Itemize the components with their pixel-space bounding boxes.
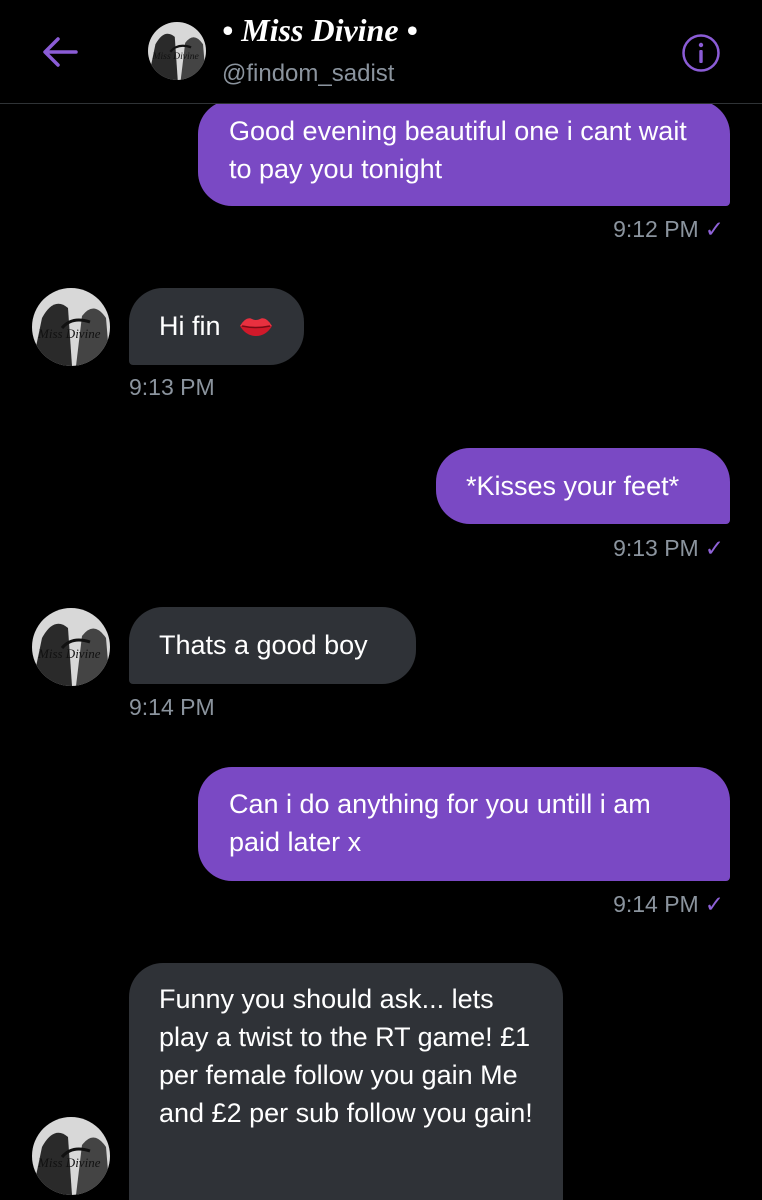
info-circle-icon <box>682 34 720 72</box>
message-text: Can i do anything for you untill i am pa… <box>229 789 651 857</box>
read-check-icon: ✓ <box>704 216 724 242</box>
message-timestamp: 9:12 PM ✓ <box>613 216 724 242</box>
message-timestamp: 9:13 PM ✓ <box>613 535 724 561</box>
message-timestamp: 9:14 PM ✓ <box>613 891 724 917</box>
svg-text:Miss Divine: Miss Divine <box>151 51 199 62</box>
back-button[interactable] <box>40 34 80 70</box>
message-text: Funny you should ask... lets play a twis… <box>159 984 533 1128</box>
message-timestamp: 9:13 PM <box>129 374 215 400</box>
message-bubble-incoming[interactable]: Funny you should ask... lets play a twis… <box>129 963 563 1200</box>
message-text: *Kisses your feet* <box>466 471 680 501</box>
read-check-icon: ✓ <box>704 535 724 561</box>
svg-text:Miss Divine: Miss Divine <box>37 326 101 341</box>
conversation-header: Miss Divine • Miss Divine • @findom_sadi… <box>0 0 762 104</box>
message-bubble-outgoing[interactable]: Can i do anything for you untill i am pa… <box>198 767 730 881</box>
info-button[interactable] <box>681 33 721 73</box>
message-text: Good evening beautiful one i cant wait t… <box>229 116 687 184</box>
kiss-lips-icon <box>238 309 274 347</box>
avatar[interactable]: Miss Divine <box>32 608 110 686</box>
message-text: Hi fin <box>159 311 221 341</box>
arrow-left-icon <box>43 37 78 67</box>
avatar[interactable]: Miss Divine <box>148 22 206 80</box>
message-text: Thats a good boy <box>159 630 368 660</box>
svg-text:Miss Divine: Miss Divine <box>37 1155 101 1170</box>
contact-name[interactable]: • Miss Divine • <box>222 12 418 49</box>
avatar[interactable]: Miss Divine <box>32 288 110 366</box>
message-bubble-incoming[interactable]: Thats a good boy <box>129 607 416 684</box>
contact-handle[interactable]: @findom_sadist <box>222 60 394 88</box>
avatar[interactable]: Miss Divine <box>32 1117 110 1195</box>
message-bubble-incoming[interactable]: Hi fin <box>129 288 304 365</box>
message-bubble-outgoing[interactable]: *Kisses your feet* <box>436 448 730 524</box>
message-bubble-outgoing[interactable]: Good evening beautiful one i cant wait t… <box>198 100 730 206</box>
read-check-icon: ✓ <box>704 891 724 917</box>
conversation: Good evening beautiful one i cant wait t… <box>0 0 762 1200</box>
svg-text:Miss Divine: Miss Divine <box>37 646 101 661</box>
message-timestamp: 9:14 PM <box>129 694 215 720</box>
